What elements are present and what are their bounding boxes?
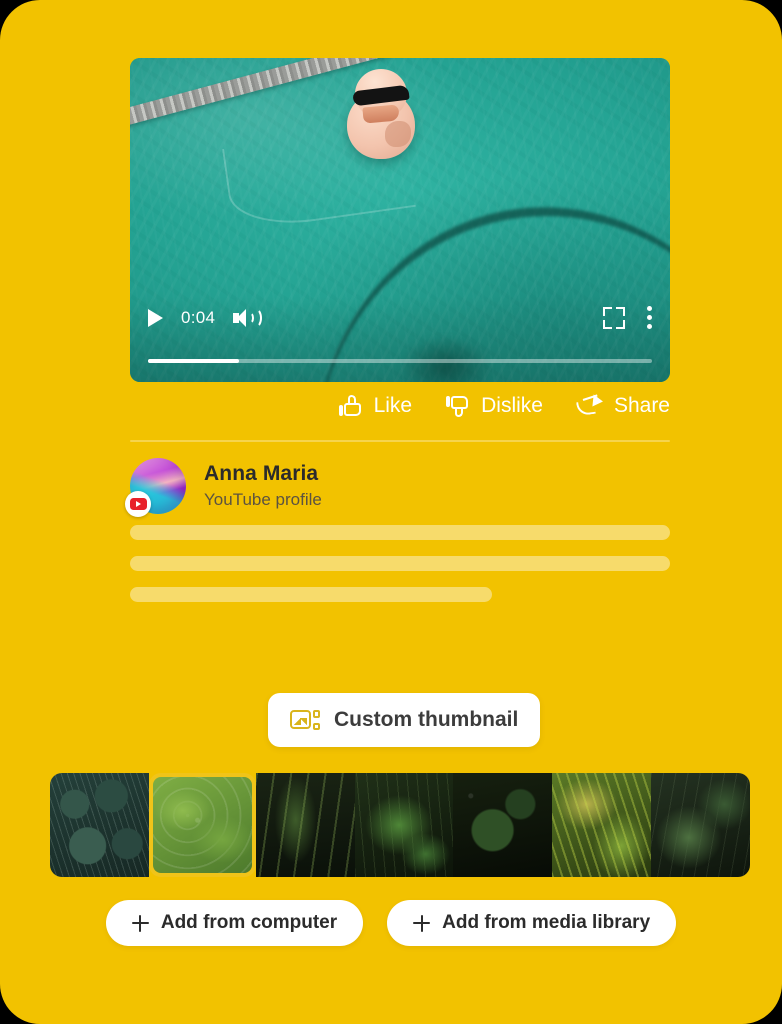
video-progress-bar[interactable] — [148, 359, 652, 363]
add-from-computer-button[interactable]: Add from computer — [105, 900, 364, 946]
share-icon — [576, 394, 604, 417]
add-media-buttons: Add from computer Add from media library — [0, 900, 782, 946]
description-placeholder — [130, 525, 670, 618]
video-controls-row: 0:04 — [148, 306, 652, 329]
video-player[interactable]: 0:04 — [130, 58, 670, 382]
plus-icon — [131, 914, 149, 932]
thumbs-up-icon — [338, 394, 363, 418]
profile-block[interactable]: Anna Maria YouTube profile — [125, 458, 322, 517]
video-controls-bar: 0:04 — [130, 296, 670, 382]
thumbnail-item-selected[interactable] — [148, 773, 256, 877]
thumbnail-item[interactable] — [651, 773, 750, 877]
thumbnail-image — [453, 773, 553, 877]
thumbnail-item[interactable] — [552, 773, 652, 877]
add-from-media-library-button-label: Add from media library — [442, 912, 651, 933]
thumbnail-image — [50, 773, 149, 877]
rubber-duck — [343, 69, 419, 161]
custom-thumbnail-button[interactable]: Custom thumbnail — [268, 693, 541, 747]
video-controls-left: 0:04 — [148, 307, 263, 328]
more-vertical-icon[interactable] — [647, 306, 652, 329]
video-controls-right — [603, 306, 652, 329]
dislike-button-label: Dislike — [481, 394, 543, 417]
play-icon[interactable] — [148, 308, 163, 327]
thumbnail-image — [651, 773, 750, 877]
video-time-label: 0:04 — [181, 307, 216, 327]
thumbnail-item[interactable] — [354, 773, 454, 877]
thumbs-down-icon — [446, 394, 470, 418]
skeleton-bar — [130, 556, 670, 571]
custom-thumbnail-label: Custom thumbnail — [334, 708, 519, 731]
share-button-label: Share — [613, 394, 670, 417]
avatar[interactable] — [125, 458, 186, 517]
dislike-button[interactable]: Dislike — [446, 394, 543, 418]
video-progress-fill — [148, 359, 239, 363]
youtube-badge-icon — [125, 491, 151, 517]
profile-subtitle: YouTube profile — [204, 490, 322, 509]
thumbnail-image — [152, 777, 252, 873]
share-button[interactable]: Share — [576, 394, 670, 418]
skeleton-bar — [130, 587, 492, 602]
thumbnail-image — [552, 773, 652, 877]
image-gallery-icon — [290, 708, 320, 732]
duck-wing — [385, 121, 411, 147]
like-button[interactable]: Like — [338, 394, 413, 418]
like-button-label: Like — [373, 394, 413, 417]
plus-icon — [413, 914, 431, 932]
add-from-media-library-button[interactable]: Add from media library — [387, 900, 677, 946]
thumbnail-image — [354, 773, 454, 877]
thumbnail-item[interactable] — [255, 773, 355, 877]
add-from-computer-button-label: Add from computer — [160, 912, 338, 933]
section-divider — [130, 440, 670, 442]
thumbnail-item[interactable] — [50, 773, 149, 877]
profile-name: Anna Maria — [204, 462, 319, 485]
profile-text: Anna Maria YouTube profile — [204, 462, 322, 510]
thumbnail-item[interactable] — [453, 773, 553, 877]
fullscreen-icon[interactable] — [603, 306, 625, 329]
video-action-row: Like Dislike Share — [130, 394, 670, 418]
thumbnail-strip[interactable] — [50, 773, 750, 877]
thumbnail-image — [255, 773, 355, 877]
skeleton-bar — [130, 525, 670, 540]
volume-icon[interactable] — [233, 307, 263, 328]
app-root: 0:04 Like Dislike Share Anna Maria YouTu… — [0, 0, 782, 1024]
